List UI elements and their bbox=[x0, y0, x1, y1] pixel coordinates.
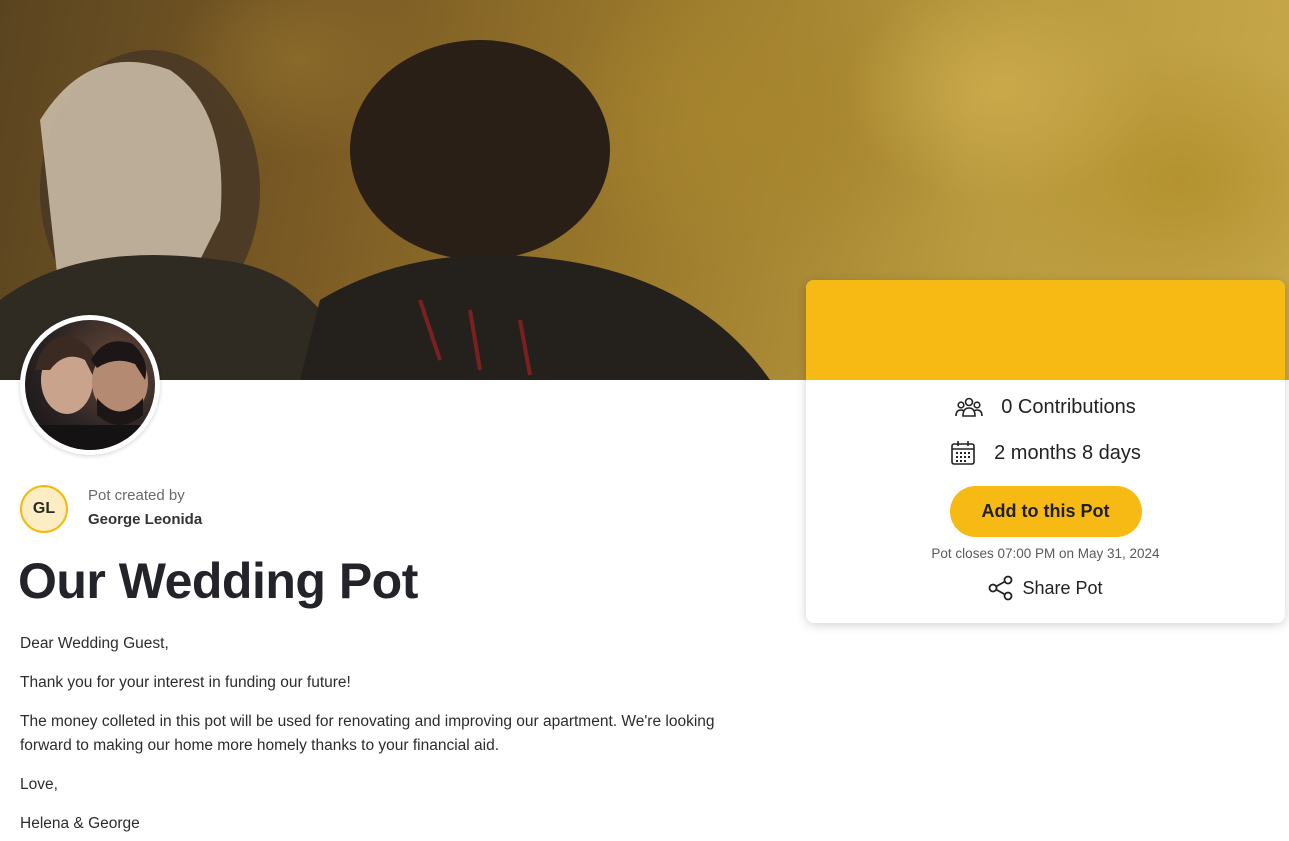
couple-avatar-image bbox=[25, 320, 155, 450]
calendar-icon bbox=[951, 441, 975, 465]
share-icon bbox=[989, 575, 1013, 601]
pot-summary-card: 0 Contributions 2 months 8 days Add to t… bbox=[806, 280, 1285, 623]
message-paragraph: Thank you for your interest in funding o… bbox=[20, 674, 351, 691]
message-paragraph: Dear Wedding Guest, bbox=[20, 635, 169, 652]
pot-page: GL Pot created by George Leonida Our Wed… bbox=[0, 0, 1289, 841]
share-pot-button[interactable]: Share Pot bbox=[806, 575, 1285, 601]
creator-initials-avatar: GL bbox=[20, 485, 68, 533]
pot-title: Our Wedding Pot bbox=[18, 553, 418, 609]
share-pot-label: Share Pot bbox=[1022, 577, 1103, 598]
creator-name: George Leonida bbox=[88, 511, 203, 528]
message-paragraph: The money colleted in this pot will be u… bbox=[20, 713, 715, 754]
message-paragraph: Helena & George bbox=[20, 815, 140, 832]
creator-info: GL Pot created by George Leonida bbox=[20, 485, 202, 533]
contributions-stat: 0 Contributions bbox=[806, 394, 1285, 420]
group-icon bbox=[955, 397, 984, 417]
creator-label: Pot created by bbox=[88, 487, 185, 504]
contributions-count: 0 Contributions bbox=[1001, 395, 1136, 418]
pot-message: Dear Wedding Guest, Thank you for your i… bbox=[20, 632, 720, 841]
creator-text: Pot created by George Leonida bbox=[88, 485, 202, 533]
time-left-stat: 2 months 8 days bbox=[806, 440, 1285, 466]
pot-closes-text: Pot closes 07:00 PM on May 31, 2024 bbox=[931, 546, 1160, 561]
card-header-band bbox=[806, 280, 1285, 380]
add-to-pot-button[interactable]: Add to this Pot bbox=[949, 486, 1142, 537]
time-left-value: 2 months 8 days bbox=[994, 441, 1141, 464]
message-paragraph: Love, bbox=[20, 776, 58, 793]
pot-avatar bbox=[20, 315, 160, 455]
